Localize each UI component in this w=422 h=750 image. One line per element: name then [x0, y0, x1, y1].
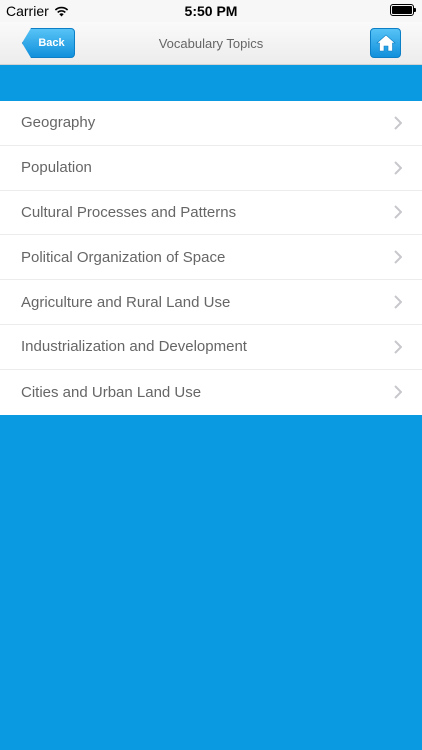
list-item-label: Population — [21, 159, 92, 177]
home-button[interactable] — [370, 28, 401, 58]
list-item-industrialization[interactable]: Industrialization and Development — [0, 325, 422, 370]
header-band — [0, 66, 422, 101]
list-item-geography[interactable]: Geography — [0, 101, 422, 146]
chevron-right-icon — [394, 160, 402, 175]
topics-list: Geography Population Cultural Processes … — [0, 101, 422, 415]
list-item-population[interactable]: Population — [0, 146, 422, 191]
list-item-label: Agriculture and Rural Land Use — [21, 293, 231, 311]
chevron-right-icon — [394, 385, 402, 399]
list-item-label: Geography — [21, 114, 96, 132]
status-time: 5:50 PM — [184, 3, 238, 19]
list-item-cities[interactable]: Cities and Urban Land Use — [0, 370, 422, 415]
list-item-label: Cultural Processes and Patterns — [21, 203, 237, 221]
list-item-label: Industrialization and Development — [21, 338, 247, 356]
battery-icon — [390, 4, 416, 16]
chevron-right-icon — [394, 250, 402, 264]
chevron-right-icon — [394, 295, 402, 309]
page-title: Vocabulary Topics — [158, 36, 264, 51]
list-item-label: Cities and Urban Land Use — [21, 383, 202, 401]
list-item-label: Political Organization of Space — [21, 248, 226, 266]
chevron-right-icon — [394, 340, 402, 354]
chevron-right-icon — [394, 205, 402, 220]
list-item-agriculture[interactable]: Agriculture and Rural Land Use — [0, 280, 422, 325]
navigation-bar: Back Vocabulary Topics — [0, 22, 422, 65]
status-bar: Carrier 5:50 PM — [0, 0, 422, 22]
home-icon — [375, 34, 396, 52]
chevron-right-icon — [394, 116, 402, 130]
list-item-cultural-processes[interactable]: Cultural Processes and Patterns — [0, 191, 422, 236]
status-right — [390, 4, 416, 16]
list-item-political-organization[interactable]: Political Organization of Space — [0, 235, 422, 281]
